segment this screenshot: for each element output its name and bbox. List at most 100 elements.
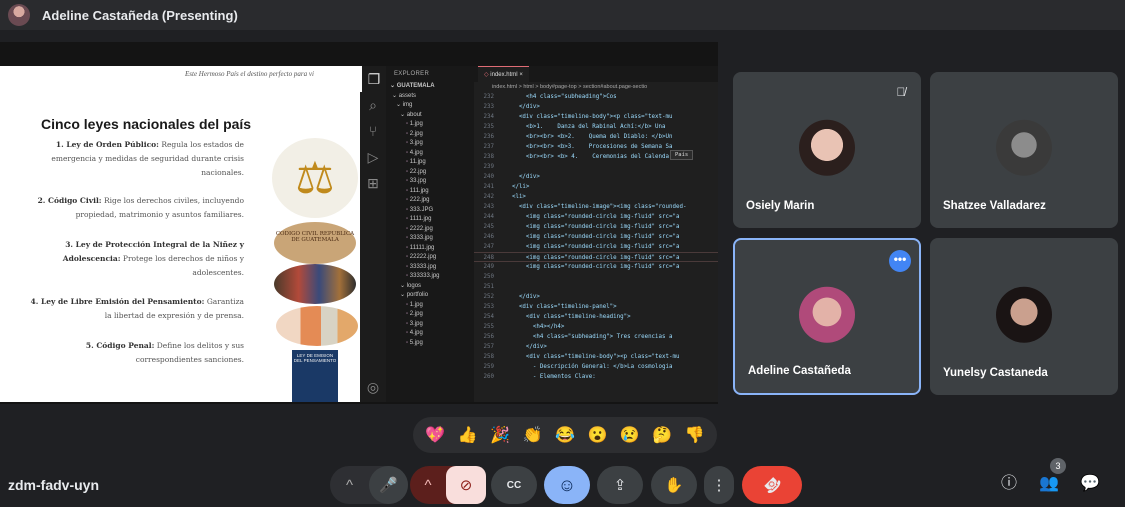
emoji-button[interactable]: ☺ [544,466,590,504]
participant-tile-yunelsy[interactable]: Yunelsy Castaneda [930,238,1118,395]
participant-tile-adeline[interactable]: ••• Adeline Castañeda [733,238,921,395]
code-line: 249 <img class="rounded-circle img-fluid… [474,262,718,272]
line-number: 243 [483,204,494,210]
chat-button[interactable]: 💬 [1078,472,1102,496]
thumbs-up-reaction[interactable]: 👍 [458,425,478,445]
file-tree-item[interactable]: ▫ 22222.jpg [386,253,474,263]
file-tree-item[interactable]: ▫ 3.jpg [386,139,474,149]
captions-button[interactable]: CC [491,466,537,504]
people-icon: 👥 [1039,475,1059,492]
file-tree-item[interactable]: ▫ 1111.jpg [386,215,474,225]
file-tree-item[interactable]: ⌄ assets [386,92,474,102]
file-tree-label: 3333.jpg [409,235,433,241]
file-tree-item[interactable]: ▫ 5.jpg [386,339,474,349]
file-tree-label: 1.jpg [409,301,423,308]
end-call-button[interactable]: ☎ [742,466,802,504]
line-text: - Elementos Clave: [498,374,596,380]
camera-off-button[interactable]: ⊘ [446,466,486,504]
file-tree-item[interactable]: ▫ 4.jpg [386,149,474,159]
file-tree-item[interactable]: ▫ 2.jpg [386,310,474,320]
line-text: <h4 class="subheading"> Tres creencias a [498,334,673,340]
code-line: 233 </div> [474,102,718,112]
extensions-icon[interactable]: ⊞ [360,170,386,196]
mic-button[interactable]: 🎤 [369,466,408,504]
line-text: <div class="timeline-image"><img class="… [498,204,687,210]
people-button[interactable]: 👥 [1037,472,1061,496]
account-icon[interactable]: ◎ [360,374,386,400]
file-tree-label: 2.jpg [409,130,423,137]
file-tree-item[interactable]: ▫ 33.jpg [386,177,474,187]
file-tree-item[interactable]: ▫ 333.JPG [386,206,474,216]
file-tree-item[interactable]: ▫ 1.jpg [386,120,474,130]
present-screen-icon: ⇪ [613,477,627,494]
raise-hand-button[interactable]: ✋ [651,466,697,504]
file-tree-item[interactable]: ▫ 111.jpg [386,187,474,197]
file-tree-item[interactable]: ▫ 2.jpg [386,130,474,140]
run-debug-icon[interactable]: ▷ [360,144,386,170]
clap-reaction[interactable]: 👏 [523,425,543,445]
tab-index-html[interactable]: ◇ index.html × [478,66,529,82]
participant-tile-osiely[interactable]: 🎙̸ Osiely Marin [733,72,921,228]
file-tree-item[interactable]: ⌄ portfolio [386,291,474,301]
file-tree-label: 333333.jpg [409,273,440,279]
participant-name: Yunelsy Castaneda [943,367,1048,379]
line-number: 246 [483,234,494,240]
participant-tile-shatzee[interactable]: Shatzee Valladarez [930,72,1118,228]
law-1: 1. Ley de Orden Público: Regula los esta… [24,138,244,180]
line-number: 239 [483,164,494,170]
more-options-icon[interactable]: ••• [889,250,911,272]
files-icon[interactable]: ❐ [360,66,386,92]
code-editor[interactable]: 232 <h4 class="subheading">Cos 233 </div>… [474,92,718,402]
file-tree-item[interactable]: ▫ 333333.jpg [386,272,474,282]
code-line: 243 <div class="timeline-image"><img cla… [474,202,718,212]
avatar [799,286,855,343]
line-text: <h4 class="subheading">Cos [498,94,617,100]
presenting-bar: Adeline Castañeda (Presenting) [0,0,1125,30]
file-tree-item[interactable]: ▫ 11.jpg [386,158,474,168]
folder-icon: ⌄ [396,102,403,108]
file-tree-item[interactable]: ▫ 22.jpg [386,168,474,178]
file-tree-item[interactable]: ▫ 3.jpg [386,320,474,330]
close-icon[interactable]: × [519,72,523,78]
chat-icon: 💬 [1080,475,1100,492]
folder-icon: ⌄ [400,292,407,298]
breadcrumb[interactable]: index.html > html > body#page-top > sect… [474,82,718,92]
project-folder[interactable]: ⌄ GUATEMALA [386,82,474,92]
code-line: 250 [474,272,718,282]
present-button[interactable]: ⇪ [597,466,643,504]
file-tree-item[interactable]: ▫ 33333.jpg [386,263,474,273]
code-line: 256 <h4 class="subheading"> Tres creenci… [474,332,718,342]
law-3-text: Protege los derechos de niños y adolesce… [122,254,244,277]
file-tree-label: 22.jpg [409,168,427,175]
search-icon[interactable]: ⌕ [360,92,386,118]
line-text: <br><br> <b> 4. Ceremonias del Calendari [498,154,676,160]
law-2: 2. Código Civil: Rige los derechos civil… [24,194,244,222]
shared-screen: Este Hermoso País el destino perfecto pa… [0,42,718,404]
heart-reaction[interactable]: 💖 [425,425,445,445]
thumbs-down-reaction[interactable]: 👎 [685,425,705,445]
file-tree-label: 3.jpg [409,320,423,327]
meeting-info-button[interactable]: ⓘ [997,472,1021,496]
file-tree-item[interactable]: ▫ 222.jpg [386,196,474,206]
file-tree-item[interactable]: ▫ 3333.jpg [386,234,474,244]
file-tree-item[interactable]: ▫ 4.jpg [386,329,474,339]
file-tree-item[interactable]: ⌄ logos [386,282,474,292]
file-tree-item[interactable]: ▫ 11111.jpg [386,244,474,254]
line-text: <img class="rounded-circle img-fluid" sr… [498,255,680,261]
code-line: 232 <h4 class="subheading">Cos [474,92,718,102]
file-tree-item[interactable]: ⌄ about [386,111,474,121]
more-options-button[interactable]: ⋮ [704,466,734,504]
file-tree-item[interactable]: ▫ 2222.jpg [386,225,474,235]
chevron-up-icon[interactable]: ^ [330,477,369,494]
file-tree-item[interactable]: ⌄ img [386,101,474,111]
source-control-icon[interactable]: ⑂ [360,118,386,144]
file-tree-label: 22222.jpg [409,254,437,260]
party-reaction[interactable]: 🎉 [490,425,510,445]
chevron-up-icon[interactable]: ^ [410,477,446,494]
hand-icon: ✋ [664,477,684,494]
laugh-reaction[interactable]: 😂 [555,425,575,445]
file-tree-item[interactable]: ▫ 1.jpg [386,301,474,311]
thinking-reaction[interactable]: 🤔 [652,425,672,445]
surprised-reaction[interactable]: 😮 [587,425,607,445]
sad-reaction[interactable]: 😢 [620,425,640,445]
